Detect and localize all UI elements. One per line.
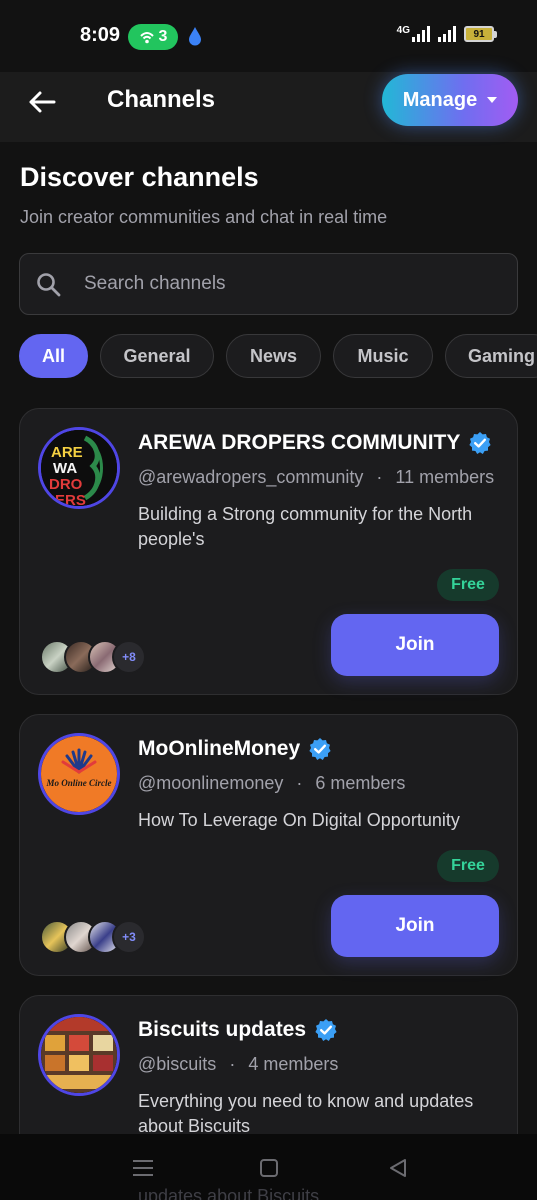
channel-card[interactable]: Mo Online Circle MoOnlineMoney @moonline… bbox=[19, 714, 518, 976]
join-button[interactable]: Join bbox=[331, 614, 499, 676]
chip-news[interactable]: News bbox=[226, 334, 321, 378]
channel-name: MoOnlineMoney bbox=[138, 737, 301, 760]
system-nav-bar: updates about Biscuits bbox=[0, 1134, 537, 1200]
member-avatars: +3 bbox=[40, 920, 146, 954]
member-avatars: +8 bbox=[40, 640, 146, 674]
search-input[interactable] bbox=[84, 254, 504, 314]
app-header: Channels Manage bbox=[0, 72, 537, 142]
nav-back-button[interactable] bbox=[384, 1154, 412, 1182]
arewa-logo-icon: ARE WA DRO PERS bbox=[41, 430, 117, 506]
channel-handle: @arewadropers_community bbox=[138, 467, 364, 487]
channel-name: Biscuits updates bbox=[138, 1018, 307, 1041]
square-icon bbox=[260, 1159, 278, 1177]
join-button[interactable]: Join bbox=[331, 895, 499, 957]
channel-name: AREWA DROPERS COMMUNITY bbox=[138, 431, 461, 454]
chip-general[interactable]: General bbox=[100, 334, 214, 378]
channel-avatar bbox=[38, 1014, 120, 1096]
hotspot-icon bbox=[139, 32, 154, 44]
channel-name-row: Biscuits updates bbox=[138, 1018, 504, 1042]
channel-members: 11 members bbox=[395, 467, 495, 487]
arrow-left-icon bbox=[29, 91, 56, 113]
section-title: Discover channels bbox=[20, 162, 259, 192]
biscuits-photo-icon bbox=[41, 1017, 117, 1093]
caret-down-icon bbox=[487, 97, 498, 103]
channel-description: Building a Strong community for the Nort… bbox=[138, 504, 473, 549]
channel-card[interactable]: ARE WA DRO PERS AREWA DROPERS COMMUNITY … bbox=[19, 408, 518, 695]
avatar-line-2: WA bbox=[53, 460, 77, 477]
chip-gaming[interactable]: Gaming bbox=[445, 334, 537, 378]
price-badge: Free bbox=[437, 850, 499, 882]
status-bar: 8:09 3 4G 91 bbox=[0, 0, 537, 72]
battery-icon: 91 bbox=[464, 26, 497, 42]
signal-icon-1 bbox=[412, 26, 430, 42]
battery-level: 91 bbox=[473, 28, 485, 40]
channel-description: How To Leverage On Digital Opportunity bbox=[138, 810, 460, 830]
filter-chips: All General News Music Gaming bbox=[19, 334, 537, 378]
triangle-back-icon bbox=[390, 1159, 406, 1177]
channel-handle: @moonlinemoney bbox=[138, 773, 284, 793]
channel-avatar: Mo Online Circle bbox=[38, 733, 120, 815]
status-right: 4G 91 bbox=[396, 24, 497, 42]
chip-music[interactable]: Music bbox=[333, 334, 433, 378]
channel-meta: @moonlinemoney · 6 members bbox=[138, 773, 406, 793]
search-icon bbox=[37, 273, 61, 297]
search-box bbox=[19, 253, 518, 315]
page-title: Channels bbox=[107, 86, 216, 113]
nav-menu-button[interactable] bbox=[129, 1154, 157, 1182]
manage-button[interactable]: Manage bbox=[382, 74, 518, 126]
nav-home-button[interactable] bbox=[255, 1154, 283, 1182]
screen: 8:09 3 4G 91 Channels Manage Discover ch… bbox=[0, 0, 537, 1200]
status-time: 8:09 bbox=[80, 24, 121, 46]
avatar-line-4: PERS bbox=[45, 492, 86, 506]
verified-badge-icon bbox=[469, 432, 492, 454]
nav-ghost-text: updates about Biscuits bbox=[138, 1186, 320, 1200]
avatar-line-1: ARE bbox=[51, 444, 83, 461]
channel-handle: @biscuits bbox=[138, 1054, 217, 1074]
channel-members: 6 members bbox=[315, 773, 406, 793]
network-type: 4G bbox=[396, 24, 410, 36]
channel-meta: @biscuits · 4 members bbox=[138, 1054, 339, 1074]
signal-icon-2 bbox=[438, 26, 456, 42]
menu-icon bbox=[133, 1160, 153, 1176]
channel-name-row: MoOnlineMoney bbox=[138, 737, 504, 761]
member-count-badge: +3 bbox=[112, 920, 146, 954]
chip-all[interactable]: All bbox=[19, 334, 88, 378]
back-button[interactable] bbox=[26, 86, 58, 118]
avatar-caption: Mo Online Circle bbox=[45, 778, 111, 788]
manage-label: Manage bbox=[402, 88, 478, 111]
channel-description: Everything you need to know and updates … bbox=[138, 1091, 474, 1136]
hotspot-count: 3 bbox=[158, 28, 168, 45]
hotspot-indicator: 3 bbox=[128, 24, 178, 50]
channel-meta: @arewadropers_community · 11 members bbox=[138, 467, 495, 487]
section-subtitle: Join creator communities and chat in rea… bbox=[20, 207, 388, 227]
verified-badge-icon bbox=[315, 1019, 337, 1041]
member-count-badge: +8 bbox=[112, 640, 146, 674]
channel-avatar: ARE WA DRO PERS bbox=[38, 427, 120, 509]
drop-icon bbox=[189, 27, 201, 46]
price-badge: Free bbox=[437, 569, 499, 601]
channel-members: 4 members bbox=[248, 1054, 339, 1074]
moonline-logo-icon: Mo Online Circle bbox=[41, 736, 117, 812]
avatar-line-3: DRO bbox=[49, 476, 83, 493]
verified-badge-icon bbox=[309, 738, 331, 760]
channel-name-row: AREWA DROPERS COMMUNITY bbox=[138, 431, 504, 455]
